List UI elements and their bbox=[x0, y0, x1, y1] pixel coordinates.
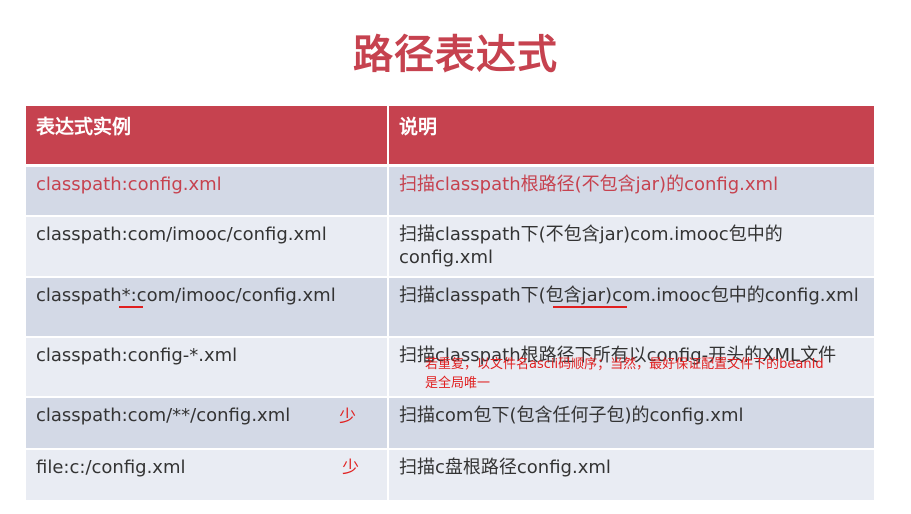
slide: 路径表达式 表达式实例 说明 classpath:config.xml 扫描cl… bbox=[0, 0, 911, 514]
description-cell: 扫描classpath下(不包含jar)com.imooc包中的config.x… bbox=[388, 216, 874, 278]
table-header-row: 表达式实例 说明 bbox=[26, 106, 874, 167]
table-row: file:c:/config.xml 扫描c盘根路径config.xml bbox=[26, 449, 874, 502]
annotation-shao-2: 少 bbox=[342, 458, 359, 478]
expression-cell: classpath*:com/imooc/config.xml bbox=[26, 277, 389, 338]
annotation-note-line2: 是全局唯一 bbox=[425, 376, 491, 391]
page-title: 路径表达式 bbox=[353, 32, 558, 78]
expression-cell: classpath:config.xml bbox=[26, 165, 389, 217]
annotation-note-line1: 若重复，以文件名ascii码顺序；当然，最好保证配置文件下的beanId bbox=[425, 357, 824, 372]
table-row: classpath*:com/imooc/config.xml 扫描classp… bbox=[26, 277, 874, 338]
path-expression-table: 表达式实例 说明 classpath:config.xml 扫描classpat… bbox=[26, 106, 874, 502]
table-row: classpath:config.xml 扫描classpath根路径(不包含j… bbox=[26, 165, 874, 217]
header-expression: 表达式实例 bbox=[26, 106, 389, 167]
description-cell: 扫描com包下(包含任何子包)的config.xml bbox=[388, 397, 874, 450]
expression-cell: file:c:/config.xml bbox=[26, 449, 389, 502]
table-row: classpath:com/**/config.xml 扫描com包下(包含任何… bbox=[26, 397, 874, 450]
header-description: 说明 bbox=[388, 106, 874, 167]
underline-mark-include-jar bbox=[553, 306, 627, 308]
underline-mark-asterisk bbox=[119, 306, 143, 308]
table-row: classpath:com/imooc/config.xml 扫描classpa… bbox=[26, 216, 874, 278]
expression-cell: classpath:com/imooc/config.xml bbox=[26, 216, 389, 278]
description-cell: 扫描classpath根路径(不包含jar)的config.xml bbox=[388, 165, 874, 217]
description-cell: 扫描classpath下(包含jar)com.imooc包中的config.xm… bbox=[388, 277, 874, 338]
expression-cell: classpath:config-*.xml bbox=[26, 337, 389, 398]
description-cell: 扫描c盘根路径config.xml bbox=[388, 449, 874, 502]
expression-cell: classpath:com/**/config.xml bbox=[26, 397, 389, 450]
annotation-shao-1: 少 bbox=[339, 407, 356, 427]
